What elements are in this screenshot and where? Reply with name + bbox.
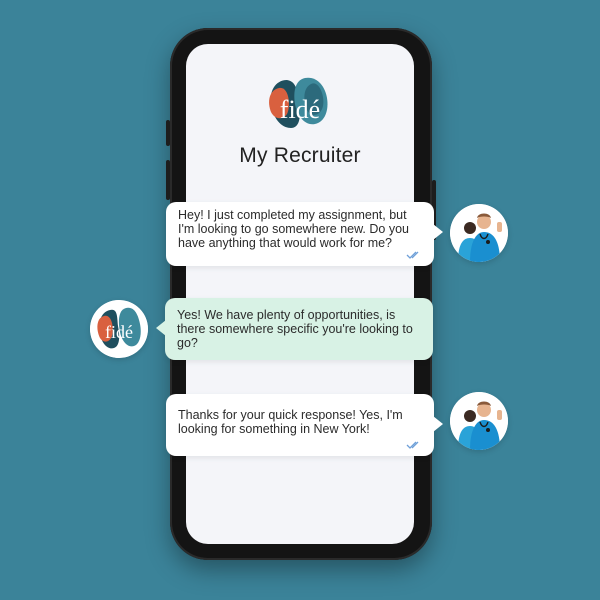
nurses-avatar-icon[interactable] [450, 204, 508, 262]
read-receipt-icon [406, 441, 419, 449]
message-bubble-sent: Thanks for your quick response! Yes, I'm… [166, 394, 434, 456]
message-text: Thanks for your quick response! Yes, I'm… [178, 408, 403, 436]
fide-logo-avatar-icon[interactable]: fidé [90, 300, 148, 358]
message-text: Yes! We have plenty of opportunities, is… [177, 308, 413, 350]
page-title: My Recruiter [239, 144, 361, 167]
read-receipt-icon [406, 251, 419, 259]
phone-volume-up-button [166, 160, 170, 200]
message-bubble-received: Yes! We have plenty of opportunities, is… [165, 298, 433, 360]
bubble-tail [433, 224, 443, 240]
message-bubble-sent: Hey! I just completed my assignment, but… [166, 202, 434, 266]
brand-logo: fidé [265, 74, 335, 134]
brand-wordmark: fidé [280, 95, 320, 124]
phone-side-button [166, 120, 170, 146]
avatar-wordmark: fidé [105, 322, 133, 342]
bubble-tail [433, 416, 443, 432]
message-text: Hey! I just completed my assignment, but… [178, 208, 409, 250]
bubble-tail [156, 320, 166, 336]
nurses-avatar-icon[interactable] [450, 392, 508, 450]
